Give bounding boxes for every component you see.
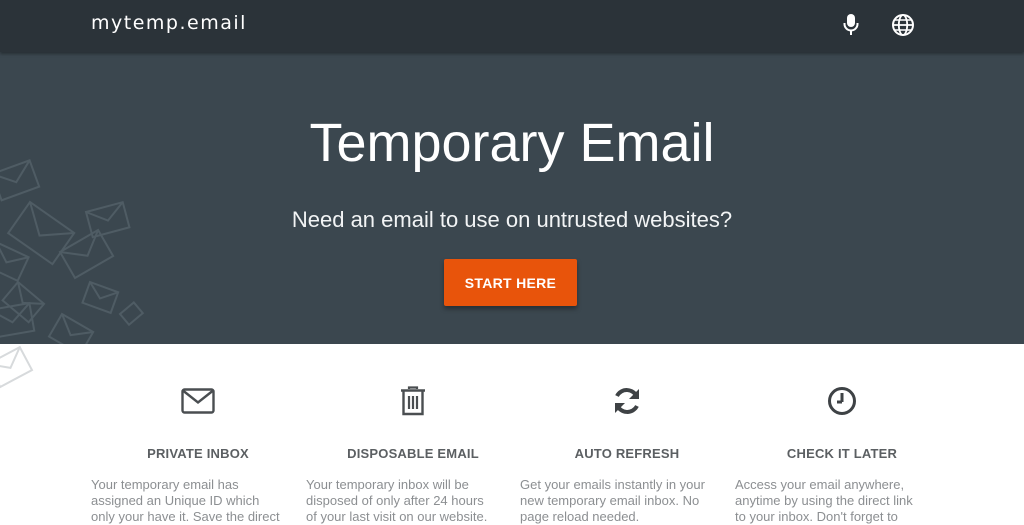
feature-description-line: anytime by using the direct link — [735, 493, 913, 508]
feature-description: Get your emails instantly in your new te… — [520, 477, 734, 525]
trash-icon — [306, 384, 520, 418]
feature-description-line: new temporary email inbox. No — [520, 493, 700, 508]
feature-description-line: page reload needed. — [520, 509, 640, 524]
hero-title: Temporary Email — [309, 113, 715, 173]
top-navbar: mytemp.email — [0, 0, 1024, 52]
start-here-button[interactable]: START HERE — [444, 259, 577, 306]
feature-description-line: Your temporary email has — [91, 477, 239, 492]
feature-description: Your temporary inbox will be disposed of… — [306, 477, 520, 525]
envelope-icon — [91, 384, 305, 418]
brand-logo[interactable]: mytemp.email — [91, 11, 247, 35]
hero-section: Temporary Email Need an email to use on … — [0, 52, 1024, 344]
microphone-icon[interactable] — [838, 12, 864, 38]
feature-description-line: disposed of only after 24 hours — [306, 493, 484, 508]
feature-description-line: Get your emails instantly in your — [520, 477, 705, 492]
clock-icon — [735, 384, 949, 418]
feature-description-line: Your temporary inbox will be — [306, 477, 469, 492]
feature-title: PRIVATE INBOX — [147, 446, 249, 461]
feature-check-it-later: CHECK IT LATER Access your email anywher… — [735, 344, 949, 525]
feature-description-line: assigned an Unique ID which — [91, 493, 260, 508]
feature-auto-refresh: AUTO REFRESH Get your emails instantly i… — [520, 344, 734, 525]
features-section: PRIVATE INBOX Your temporary email has a… — [0, 344, 1024, 525]
feature-title: DISPOSABLE EMAIL — [347, 446, 479, 461]
feature-disposable-email: DISPOSABLE EMAIL Your temporary inbox wi… — [306, 344, 520, 525]
envelope-pattern-decoration — [0, 159, 145, 344]
feature-private-inbox: PRIVATE INBOX Your temporary email has a… — [91, 344, 305, 525]
feature-description-line: of your last visit on our website. — [306, 509, 488, 524]
refresh-icon — [520, 384, 734, 418]
feature-description: Your temporary email has assigned an Uni… — [91, 477, 305, 525]
feature-title: CHECK IT LATER — [786, 446, 898, 461]
feature-title: AUTO REFRESH — [574, 446, 680, 461]
feature-description-line: only your have it. Save the direct — [91, 509, 280, 524]
hero-subtitle: Need an email to use on untrusted websit… — [291, 207, 733, 232]
feature-description-line: to your inbox. Don't forget to — [735, 509, 898, 524]
feature-description-line: Access your email anywhere, — [735, 477, 905, 492]
globe-icon[interactable] — [890, 12, 916, 38]
feature-description: Access your email anywhere, anytime by u… — [735, 477, 949, 525]
